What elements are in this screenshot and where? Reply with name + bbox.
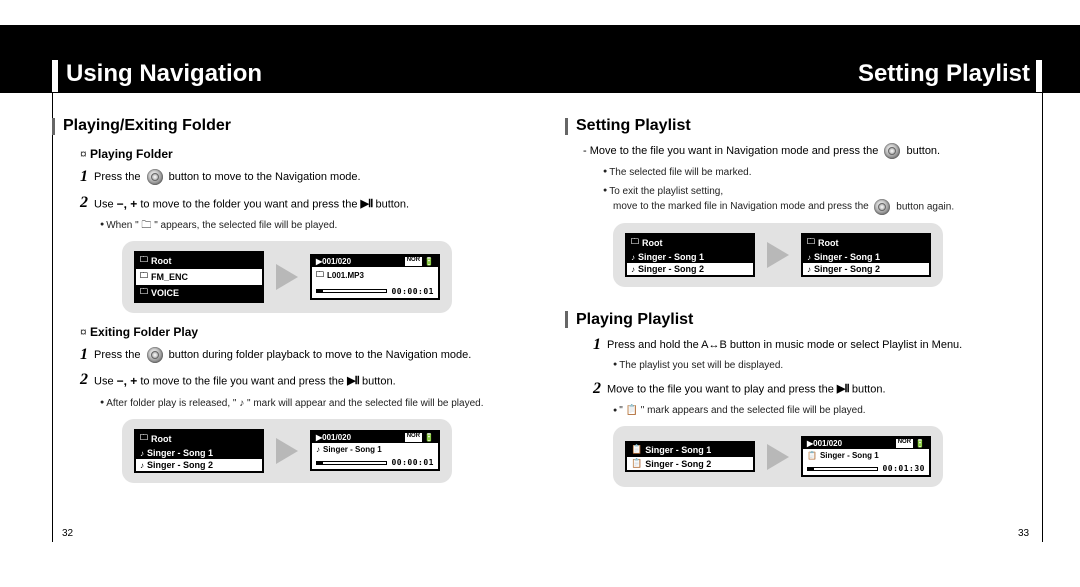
lcd-nav-screen: Root Singer - Song 1 Singer - Song 2 bbox=[134, 429, 264, 473]
header-right-rule bbox=[1036, 60, 1042, 92]
arrow-icon bbox=[767, 444, 789, 470]
note-bullet: The selected file will be marked. bbox=[603, 165, 1045, 180]
section-title-text: Setting Playlist bbox=[576, 117, 691, 135]
repeat-ab-icon: ↔ bbox=[709, 339, 720, 351]
page-left: Playing/Exiting Folder Playing Folder 1 … bbox=[52, 93, 532, 483]
center-button-icon bbox=[874, 199, 890, 215]
lcd-nav-screen: Root FM_ENC VOICE bbox=[134, 251, 264, 303]
lcd-nav-screen-b: Root Singer - Song 1 Singer - Song 2 bbox=[801, 233, 931, 277]
note-bullet: " 📋 " mark appears and the selected file… bbox=[613, 403, 1045, 418]
play-pause-icon: ▶Ⅱ bbox=[361, 197, 373, 209]
play-pause-icon: ▶Ⅱ bbox=[347, 375, 359, 387]
section-title-text: Playing/Exiting Folder bbox=[63, 117, 231, 135]
section-setting-playlist: Setting Playlist bbox=[565, 117, 1045, 135]
arrow-icon bbox=[276, 438, 298, 464]
note-bullet: To exit the playlist setting, move to th… bbox=[603, 184, 1045, 215]
minus-plus-icon: −, + bbox=[117, 197, 138, 211]
lcd-illustration-1: Root FM_ENC VOICE ▶001/020 NOR🔋 L001.MP3… bbox=[122, 241, 452, 313]
header-title-right: Setting Playlist bbox=[858, 60, 1030, 88]
step-2: 2 Use −, + to move to the folder you wan… bbox=[80, 195, 532, 214]
section-playing-exiting-folder: Playing/Exiting Folder bbox=[52, 117, 532, 135]
step-1c: 1 Press and hold the A↔B button in music… bbox=[593, 337, 1045, 355]
note-bullet: After folder play is released, " ♪ " mar… bbox=[100, 396, 532, 411]
page-number-right: 33 bbox=[1018, 528, 1029, 539]
lcd-illustration-3: Root Singer - Song 1 Singer - Song 2 Roo… bbox=[613, 223, 943, 287]
subsection-exiting-folder-play: Exiting Folder Play bbox=[80, 325, 532, 339]
lcd-illustration-2: Root Singer - Song 1 Singer - Song 2 ▶00… bbox=[122, 419, 452, 483]
arrow-icon bbox=[767, 242, 789, 268]
center-button-icon bbox=[884, 143, 900, 159]
step-1: 1 Press the button to move to the Naviga… bbox=[80, 169, 532, 187]
step-1b: 1 Press the button during folder playbac… bbox=[80, 347, 532, 365]
lcd-nav-screen-a: Root Singer - Song 1 Singer - Song 2 bbox=[625, 233, 755, 277]
page-number-left: 32 bbox=[62, 528, 73, 539]
lcd-play-screen: ▶001/020 NOR🔋 Singer - Song 1 00:00:01 bbox=[310, 430, 440, 471]
center-button-icon bbox=[147, 347, 163, 363]
lcd-play-screen: ▶001/020 NOR🔋 📋Singer - Song 1 00:01:30 bbox=[801, 436, 931, 477]
play-pause-icon: ▶Ⅱ bbox=[837, 383, 849, 395]
arrow-icon bbox=[276, 264, 298, 290]
lcd-play-screen: ▶001/020 NOR🔋 L001.MP3 00:00:01 bbox=[310, 254, 440, 300]
header-left-rule bbox=[52, 60, 58, 92]
step-2b: 2 Use −, + to move to the file you want … bbox=[80, 372, 532, 391]
step-2c: 2 Move to the file you want to play and … bbox=[593, 381, 1045, 399]
section-title-text: Playing Playlist bbox=[576, 311, 693, 329]
minus-plus-icon: −, + bbox=[117, 374, 138, 388]
step-intro: Move to the file you want in Navigation … bbox=[583, 143, 1045, 161]
section-playing-playlist: Playing Playlist bbox=[565, 311, 1045, 329]
note-bullet: The playlist you set will be displayed. bbox=[613, 358, 1045, 373]
folder-icon: 🗀 bbox=[141, 220, 151, 231]
page-right: Setting Playlist Move to the file you wa… bbox=[565, 93, 1045, 487]
subsection-playing-folder: Playing Folder bbox=[80, 147, 532, 161]
lcd-nav-screen: 📋Singer - Song 1 📋Singer - Song 2 bbox=[625, 441, 755, 472]
header-title-left: Using Navigation bbox=[66, 60, 262, 88]
center-button-icon bbox=[147, 169, 163, 185]
note-bullet: When " 🗀 " appears, the selected file wi… bbox=[100, 218, 532, 233]
lcd-illustration-4: 📋Singer - Song 1 📋Singer - Song 2 ▶001/0… bbox=[613, 426, 943, 487]
